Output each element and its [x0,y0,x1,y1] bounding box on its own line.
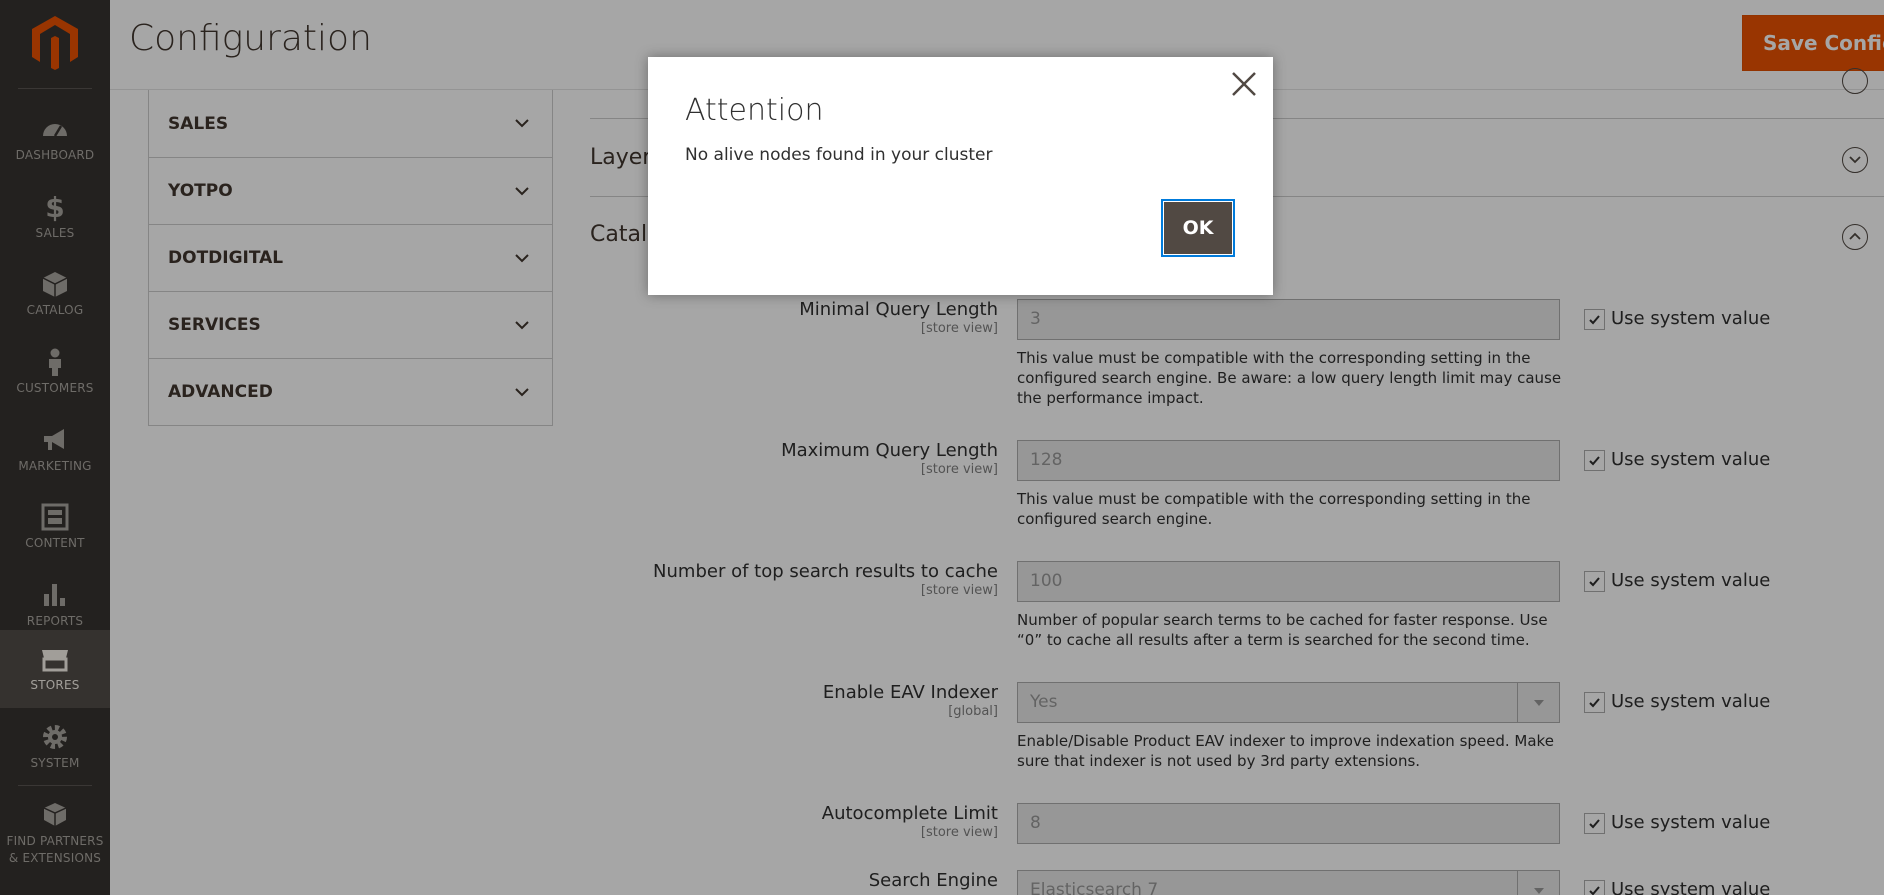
modal-title: Attention [685,93,824,128]
close-icon[interactable] [1227,67,1261,101]
attention-modal: Attention No alive nodes found in your c… [648,57,1273,295]
ok-button[interactable]: OK [1161,199,1235,257]
modal-message: No alive nodes found in your cluster [685,145,993,165]
